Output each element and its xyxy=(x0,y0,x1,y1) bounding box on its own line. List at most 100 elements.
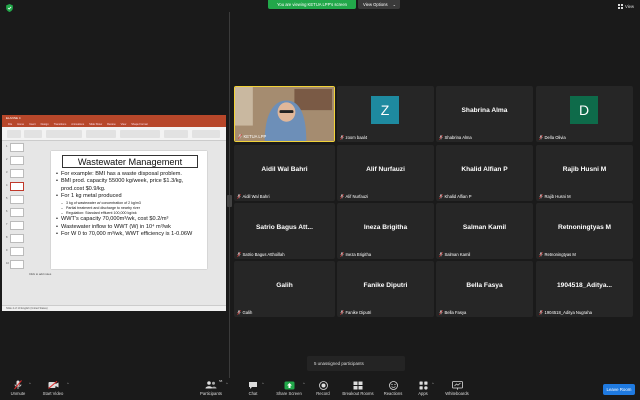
muted-mic-icon xyxy=(439,194,443,199)
muted-mic-icon xyxy=(539,310,543,315)
leave-room-button[interactable]: Leave Room xyxy=(603,384,635,395)
participant-tile[interactable]: Fanike Diputri Fanike Diputri xyxy=(337,261,434,317)
participants-icon xyxy=(205,381,217,389)
participant-name: Fanike Diputri xyxy=(363,282,408,289)
participant-label-text: Shabrina Alma xyxy=(444,135,472,140)
participant-label-text: Galih xyxy=(242,310,253,315)
participant-name: Khalid Alfian P xyxy=(461,166,508,173)
share-screen-icon xyxy=(284,381,294,389)
participant-tile[interactable]: Satrio Bagus Att... Satrio Bagus Atthoill… xyxy=(234,203,335,259)
participant-avatar: Z xyxy=(371,96,399,124)
participant-tile[interactable]: Bella Fasya Bella Fasya xyxy=(436,261,533,317)
participant-label-text: 1904518_Aditya Nugraha xyxy=(544,310,593,315)
participant-tile[interactable]: Alif Nurfauzi Alif Nurfauzi xyxy=(337,145,434,201)
slide-thumbnail: 1 xyxy=(6,143,24,152)
slide-thumbnail-number: 3 xyxy=(6,171,8,174)
video-options-caret[interactable]: ^ xyxy=(67,382,69,386)
breakout-rooms-label: Breakout Rooms xyxy=(342,391,374,396)
participant-tile[interactable]: D Della Olivia xyxy=(536,86,633,142)
participant-tile[interactable]: Salman Kamil Salman Kamil xyxy=(436,203,533,259)
participant-name: Rajib Husni M xyxy=(562,166,607,173)
breakout-rooms-icon xyxy=(353,381,363,389)
chat-label: Chat xyxy=(248,391,258,396)
reactions-button[interactable]: Reactions xyxy=(381,380,405,396)
encryption-shield-icon[interactable] xyxy=(6,4,13,12)
whiteboards-button[interactable]: Whiteboards xyxy=(442,380,472,396)
participant-label: 1904518_Aditya Nugraha xyxy=(539,310,592,315)
divider-drag-handle[interactable] xyxy=(227,195,232,207)
slide-thumbnail: 5 xyxy=(6,195,24,204)
slide-bullet: BMI prod. capacity 55000 kg/week, price … xyxy=(56,178,206,193)
muted-mic-icon xyxy=(539,135,543,140)
participant-label: Satrio Bagus Atthoillah xyxy=(237,252,285,257)
participants-label: Participants xyxy=(200,391,222,396)
participant-video-feed xyxy=(235,87,334,141)
participant-label-text: zoom baal4 xyxy=(345,135,368,140)
participant-name: Salman Kamil xyxy=(462,224,507,231)
chat-options-caret[interactable]: ^ xyxy=(262,382,264,386)
participant-tile[interactable]: Galih Galih xyxy=(234,261,335,317)
slide-thumbnail-number: 9 xyxy=(6,249,8,252)
reactions-label: Reactions xyxy=(383,391,403,396)
participant-label: Khalid Alfian P xyxy=(439,194,472,199)
participant-tile[interactable]: 1904518_Aditya... 1904518_Aditya Nugraha xyxy=(536,261,633,317)
participant-label-text: KETUA LPP xyxy=(243,134,267,139)
participant-tile[interactable]: Rajib Husni M Rajib Husni M xyxy=(536,145,633,201)
breakout-rooms-button[interactable]: Breakout Rooms xyxy=(340,380,376,396)
participant-tile[interactable]: KETUA LPP xyxy=(234,86,335,142)
participant-label: Salman Kamil xyxy=(439,252,470,257)
slide-thumbnail: 8 xyxy=(6,234,24,243)
slide-thumbnails: 1 2 3 4 5 6 7 8 9 10 xyxy=(4,143,26,303)
slide-bullet: Wastewater inflow to WWT (W) in 10⁴ m³/w… xyxy=(56,224,206,232)
muted-mic-icon xyxy=(539,194,543,199)
slide-thumbnail-number: 5 xyxy=(6,197,8,200)
apps-icon xyxy=(419,381,428,390)
smiley-icon xyxy=(388,380,398,390)
participant-tile[interactable]: Ineza Brigitha Ineza Brigitha xyxy=(337,203,434,259)
slide-thumbnail: 10 xyxy=(6,260,24,269)
muted-mic-icon xyxy=(539,252,543,257)
view-options-button[interactable]: View Options ⌄ xyxy=(358,0,400,9)
participant-tile[interactable]: Zzoom baal4 xyxy=(337,86,434,142)
view-button[interactable]: View xyxy=(617,4,634,9)
start-video-button[interactable]: Start Video xyxy=(40,380,66,396)
zoom-meeting-window: You are viewing KETUA LPP's screen View … xyxy=(0,0,640,400)
share-options-caret[interactable]: ^ xyxy=(303,382,305,386)
participant-tile[interactable]: Khalid Alfian P Khalid Alfian P xyxy=(436,145,533,201)
audio-options-caret[interactable]: ^ xyxy=(29,382,31,386)
participant-label: Rajib Husni M xyxy=(539,194,571,199)
ppt-status-bar: Slide 4 of 10 English (United States) xyxy=(2,305,226,311)
record-button[interactable]: Record xyxy=(313,380,333,396)
muted-mic-icon xyxy=(439,310,443,315)
muted-mic-icon xyxy=(238,134,242,139)
slide-thumbnail: 6 xyxy=(6,208,24,217)
unassigned-participants-notice[interactable]: 5 unassigned participants xyxy=(307,356,405,371)
ppt-workspace: 1 2 3 4 5 6 7 8 9 10 Wastewater Management For ex… xyxy=(2,141,226,305)
share-screen-button[interactable]: Share Screen xyxy=(274,380,304,396)
slide-thumbnail-number: 7 xyxy=(6,223,8,226)
avatar-letter: Z xyxy=(380,102,390,118)
participant-name: Ineza Brigitha xyxy=(363,224,408,231)
participant-tile[interactable]: Shabrina Alma Shabrina Alma xyxy=(436,86,533,142)
video-off-icon xyxy=(47,381,58,389)
unmute-button[interactable]: Unmute xyxy=(8,380,28,396)
shared-screen[interactable]: ELANNE 4 File Home Insert Design Transitions… xyxy=(2,115,226,311)
muted-mic-icon xyxy=(14,380,22,390)
participant-label: Bella Fasya xyxy=(439,310,466,315)
start-video-label: Start Video xyxy=(42,391,64,396)
apps-options-caret[interactable]: ^ xyxy=(432,382,434,386)
participant-tile[interactable]: Retnoningtyas M Retnoningtyas M xyxy=(536,203,633,259)
participant-label: Aidil Wal Bahri xyxy=(237,194,270,199)
participants-options-caret[interactable]: ^ xyxy=(226,382,228,386)
ppt-window-title: ELANNE 4 xyxy=(2,115,226,122)
ppt-ribbon xyxy=(2,127,226,141)
share-screen-label: Share Screen xyxy=(276,391,302,396)
apps-button[interactable]: Apps xyxy=(414,380,432,396)
slide-thumbnail: 9 xyxy=(6,247,24,256)
participant-label: Alif Nurfauzi xyxy=(340,194,368,199)
participant-tile[interactable]: Aidil Wal Bahri Aidil Wal Bahri xyxy=(234,145,335,201)
chat-button[interactable]: Chat xyxy=(244,380,262,396)
muted-mic-icon xyxy=(439,252,443,257)
participant-label-text: Aidil Wal Bahri xyxy=(242,194,270,199)
slide-thumbnail: 7 xyxy=(6,221,24,230)
